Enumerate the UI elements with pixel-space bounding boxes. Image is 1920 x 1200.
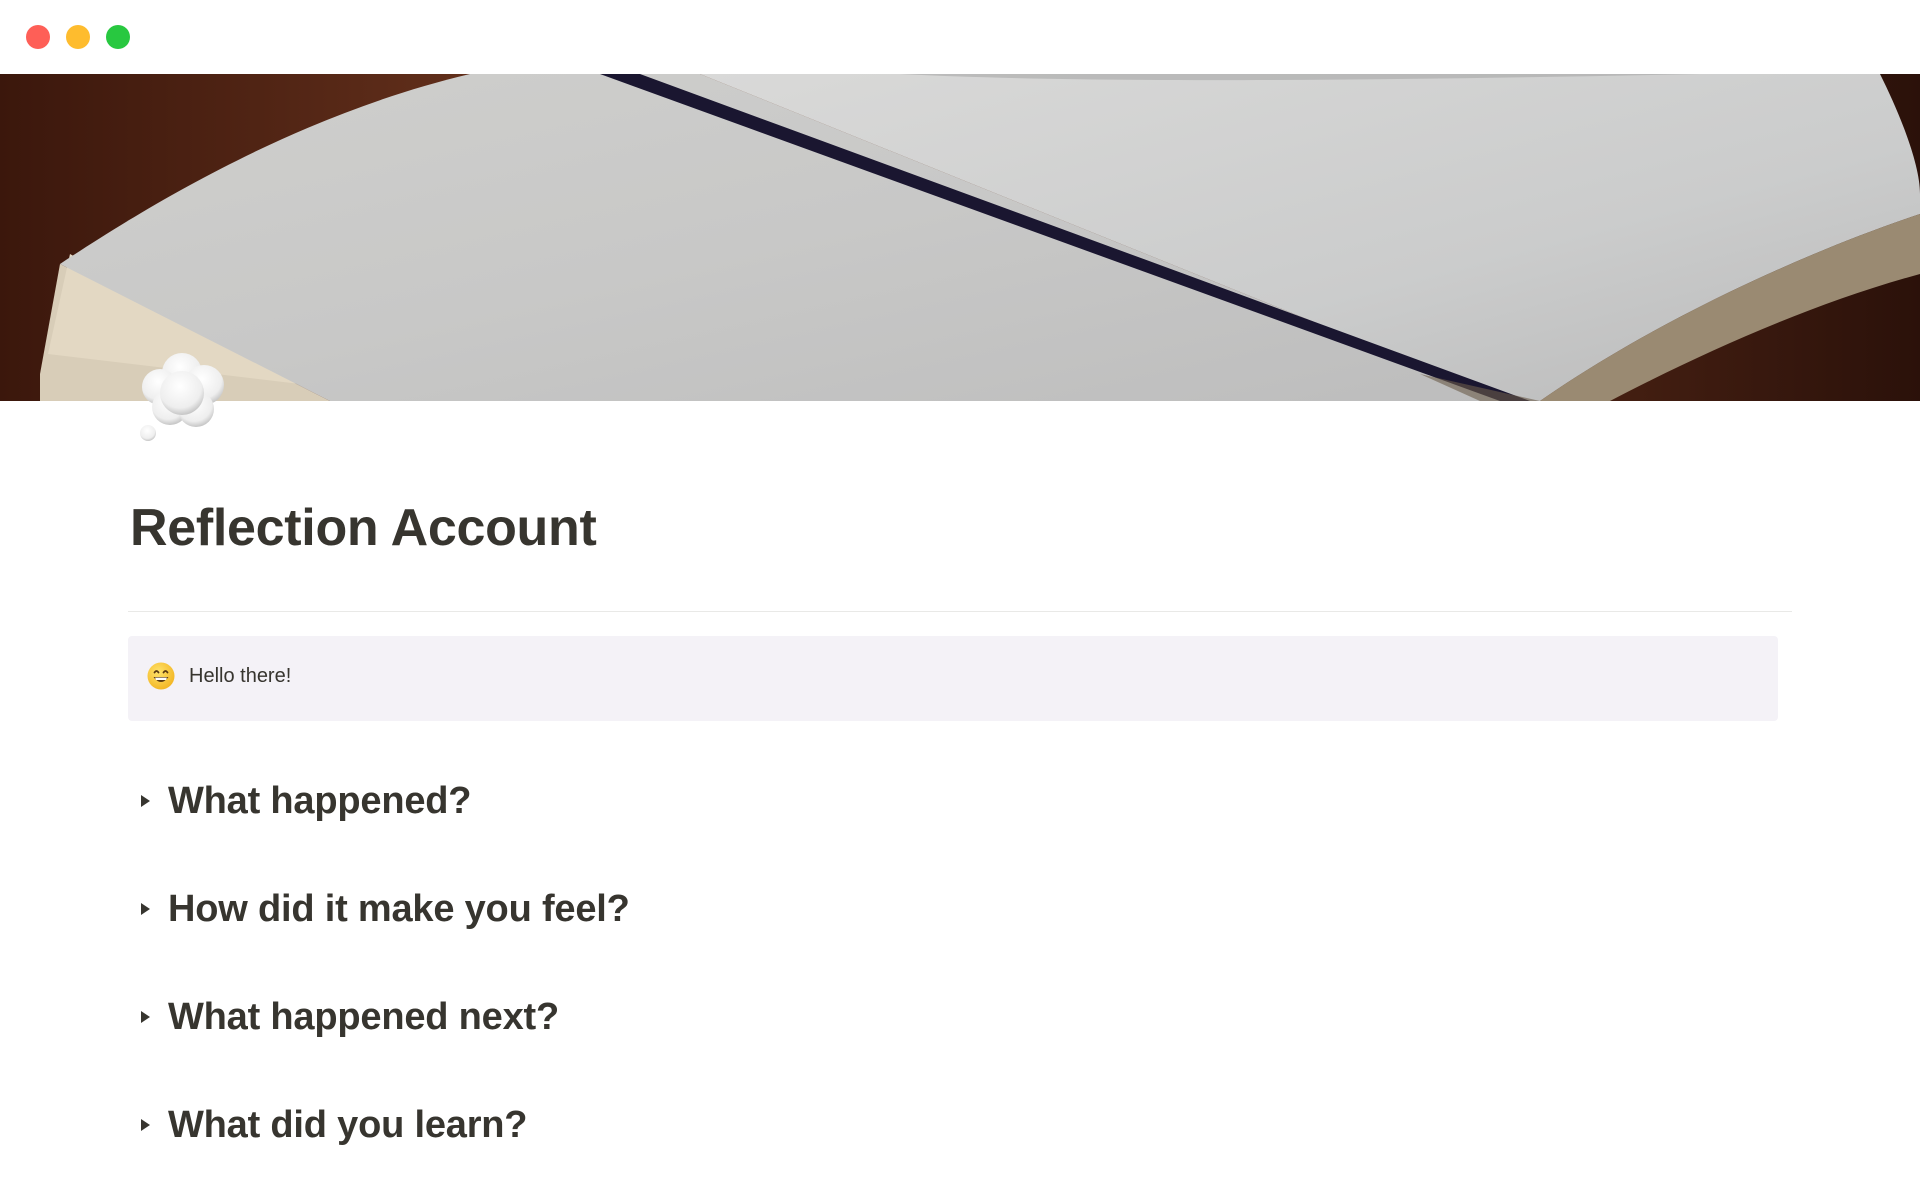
title-bar — [0, 0, 1920, 74]
divider — [128, 611, 1792, 612]
toggle-how-did-it-make-you-feel[interactable]: How did it make you feel? — [130, 884, 1030, 934]
close-window-button[interactable] — [26, 25, 50, 49]
app-window: Reflection Account Hello there! What hap… — [0, 0, 1920, 1200]
toggle-heading[interactable]: What happened next? — [168, 996, 559, 1039]
toggle-triangle-icon[interactable] — [130, 786, 160, 816]
toggle-what-happened-next[interactable]: What happened next? — [130, 992, 1030, 1042]
toggle-what-did-you-learn[interactable]: What did you learn? — [130, 1100, 1030, 1150]
toggle-heading[interactable]: What happened? — [168, 780, 471, 823]
toggle-heading[interactable]: How did it make you feel? — [168, 888, 630, 931]
toggle-triangle-icon[interactable] — [130, 1002, 160, 1032]
toggle-what-happened[interactable]: What happened? — [130, 776, 1030, 826]
cover-image[interactable] — [0, 74, 1920, 401]
zoom-window-button[interactable] — [106, 25, 130, 49]
toggle-triangle-icon[interactable] — [130, 894, 160, 924]
callout-text[interactable]: Hello there! — [189, 665, 291, 688]
toggle-heading[interactable]: What did you learn? — [168, 1104, 528, 1147]
open-notebook-photo — [0, 74, 1920, 401]
minimize-window-button[interactable] — [66, 25, 90, 49]
thought-balloon-icon[interactable] — [130, 345, 240, 455]
page-title[interactable]: Reflection Account — [130, 497, 597, 559]
toggle-triangle-icon[interactable] — [130, 1110, 160, 1140]
callout-block[interactable]: Hello there! — [128, 636, 1778, 721]
grinning-face-icon[interactable] — [146, 661, 176, 691]
